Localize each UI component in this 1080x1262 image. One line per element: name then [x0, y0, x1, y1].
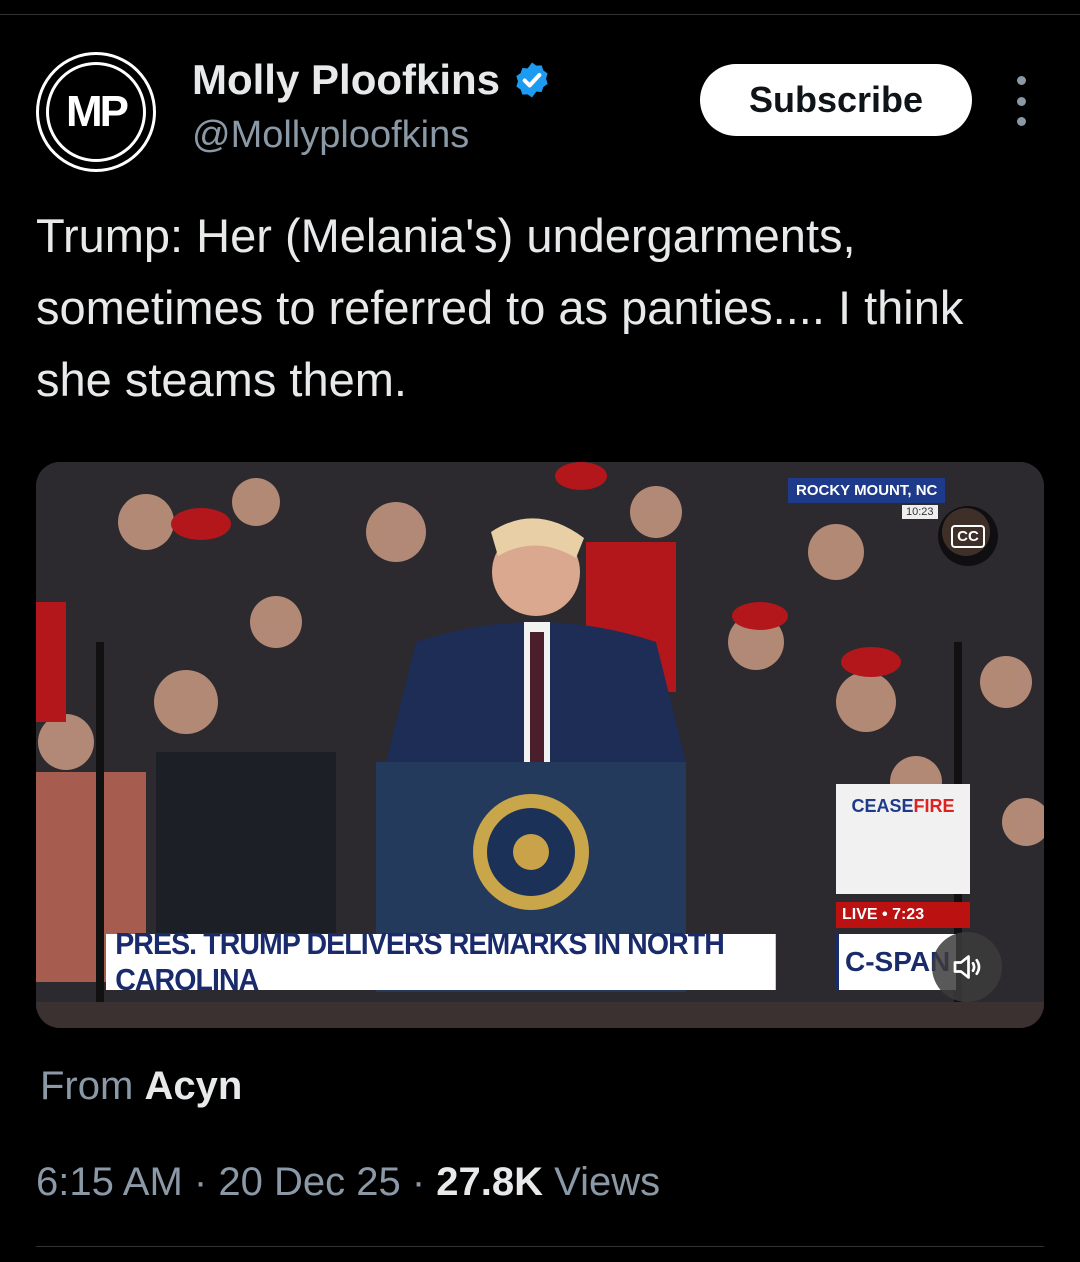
author-display-name[interactable]: Molly Ploofkins — [192, 56, 500, 104]
speaker-glyph — [953, 955, 981, 979]
tweet-meta: 6:15 AM · 20 Dec 25 · 27.8K Views — [36, 1160, 660, 1205]
views-count: 27.8K — [436, 1160, 544, 1204]
speaker-icon[interactable] — [932, 932, 1002, 1002]
ceasefire-promo: CEASEFIRE — [836, 784, 970, 894]
lower-third-caption: PRES. TRUMP DELIVERS REMARKS IN NORTH CA… — [106, 926, 776, 997]
location-tag: ROCKY MOUNT, NC — [788, 478, 946, 503]
cc-icon: CC — [951, 524, 985, 548]
author-name-row: Molly Ploofkins — [192, 56, 552, 104]
tweet-text: Trump: Her (Melania's) undergarments, so… — [36, 209, 964, 406]
avatar[interactable]: MP — [36, 52, 156, 172]
meta-separator: · — [193, 1160, 208, 1204]
tweet-time[interactable]: 6:15 AM — [36, 1160, 183, 1204]
subscribe-button[interactable]: Subscribe — [700, 64, 972, 136]
location-time: 10:23 — [902, 505, 938, 519]
live-tag: LIVE • 7:23 — [836, 902, 970, 928]
meta-separator: · — [411, 1160, 426, 1204]
ceasefire-prefix: CEASE — [851, 796, 914, 816]
live-time: 7:23 — [892, 906, 925, 923]
more-dot — [1016, 117, 1026, 126]
from-prefix: From — [40, 1064, 134, 1108]
more-dot — [1016, 76, 1026, 85]
live-label: LIVE — [842, 906, 878, 923]
ceasefire-suffix: FIRE — [913, 796, 955, 816]
captions-button[interactable]: CC — [938, 506, 998, 566]
tweet-date[interactable]: 20 Dec 25 — [218, 1160, 400, 1204]
avatar-initials: MP — [46, 62, 146, 162]
more-vertical-icon[interactable] — [1004, 76, 1038, 126]
top-divider — [0, 14, 1080, 15]
more-dot — [1016, 96, 1026, 106]
bottom-divider — [36, 1246, 1044, 1247]
ceasefire-title: CEASEFIRE — [836, 796, 970, 817]
source-attribution: From Acyn — [40, 1064, 242, 1109]
author-handle[interactable]: @Mollyploofkins — [192, 114, 469, 157]
views-label: Views — [554, 1160, 661, 1204]
source-name-link[interactable]: Acyn — [144, 1064, 242, 1108]
video-player[interactable]: ROCKY MOUNT, NC 10:23 CC CEASEFIRE LIVE … — [36, 462, 1044, 1028]
verified-badge-icon — [516, 62, 548, 98]
